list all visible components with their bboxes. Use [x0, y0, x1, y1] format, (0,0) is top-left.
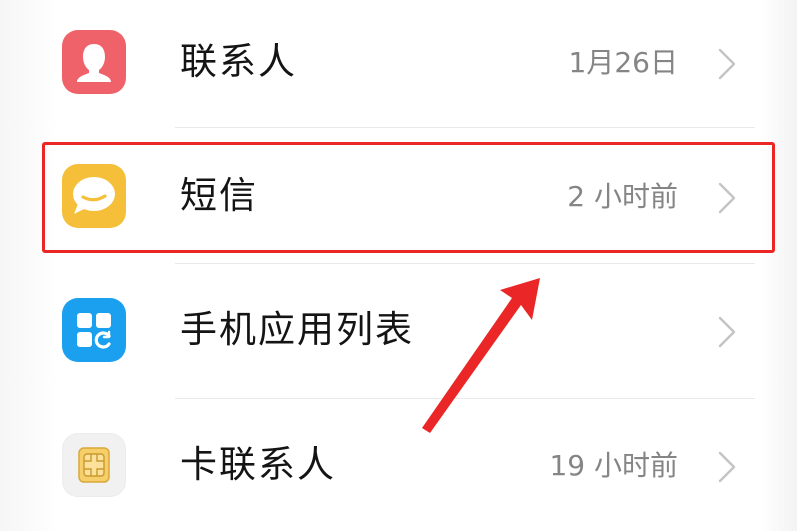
- list-item-meta: 1月26日: [568, 46, 678, 79]
- list-item-sim-contacts[interactable]: 卡联系人 19 小时前: [50, 413, 770, 523]
- chevron-right-icon: [716, 450, 738, 484]
- message-bubble-icon: [62, 164, 126, 228]
- list-item-label: 卡联系人: [180, 443, 336, 486]
- divider: [175, 263, 755, 264]
- list-item-meta: 2 小时前: [567, 180, 678, 213]
- list-item-contacts[interactable]: 联系人 1月26日: [50, 10, 770, 120]
- chevron-right-icon: [716, 315, 738, 349]
- chevron-right-icon: [716, 47, 738, 81]
- divider: [175, 127, 755, 128]
- chevron-right-icon: [716, 181, 738, 215]
- list-item-app-list[interactable]: 手机应用列表: [50, 278, 770, 388]
- list-item-messages[interactable]: 短信 2 小时前: [50, 144, 770, 254]
- list-item-label: 联系人: [180, 40, 297, 83]
- list-item-meta: 19 小时前: [549, 449, 678, 482]
- sim-card-icon: [62, 433, 126, 497]
- list-item-label: 手机应用列表: [180, 308, 414, 351]
- divider: [175, 398, 755, 399]
- app-grid-icon: [62, 298, 126, 362]
- settings-list-page: 联系人 1月26日 短信 2 小时前 手机应用列表 卡联系人 19 小时前: [0, 0, 797, 531]
- contact-person-icon: [62, 30, 126, 94]
- list-item-label: 短信: [180, 174, 258, 217]
